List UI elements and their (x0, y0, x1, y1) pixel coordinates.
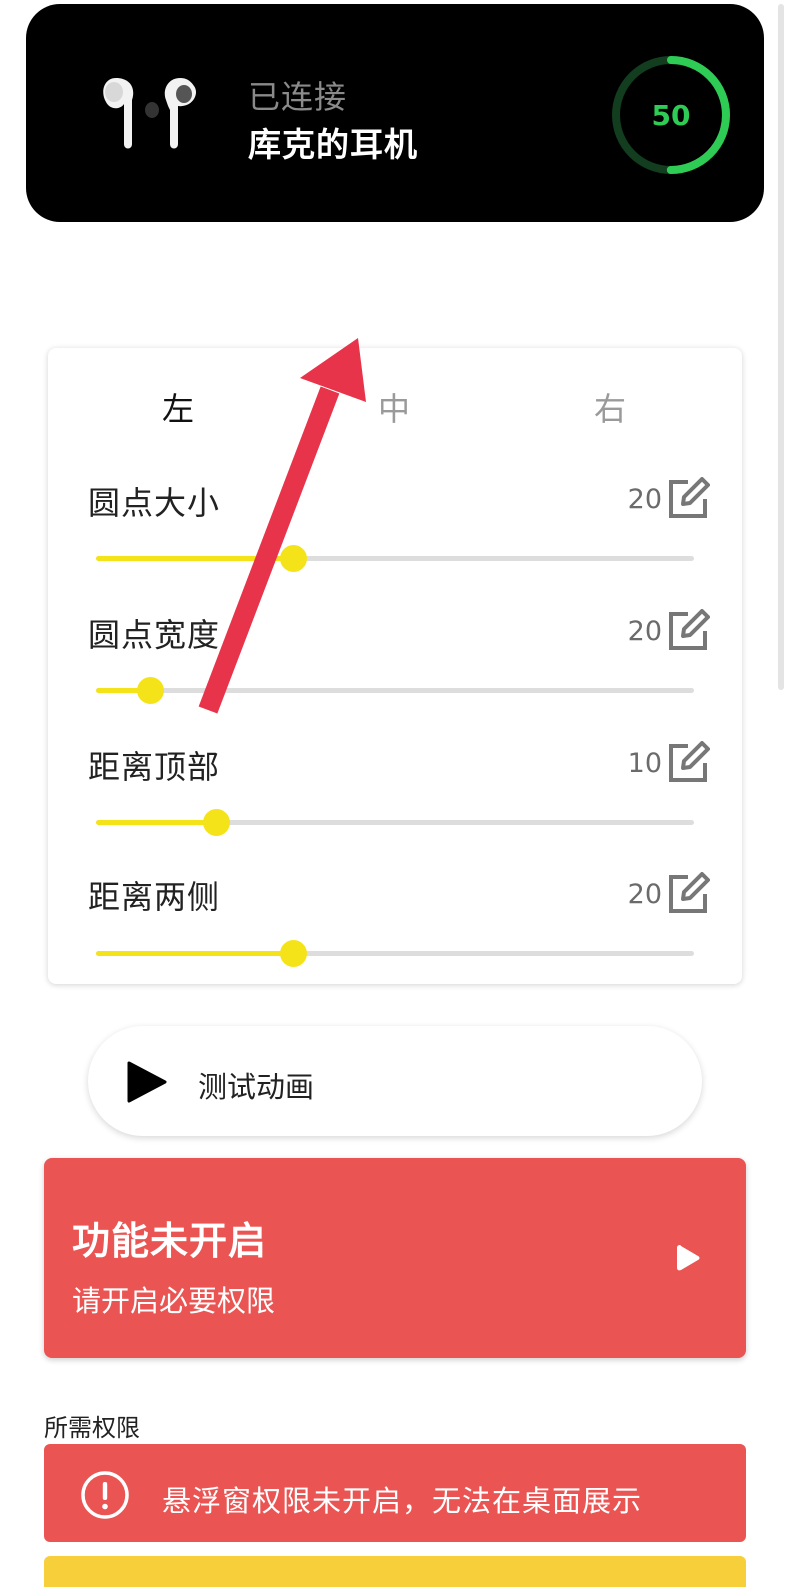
dot-size-slider[interactable] (96, 545, 694, 572)
slider-fill (96, 820, 216, 825)
edit-icon[interactable] (666, 609, 710, 653)
side-distance-value: 20 (627, 879, 662, 910)
feature-title: 功能未开启 (72, 1219, 268, 1263)
slider-fill (96, 556, 294, 561)
scrollbar[interactable] (778, 4, 784, 690)
earbuds-icon (103, 78, 197, 149)
play-icon (127, 1061, 167, 1103)
edit-icon[interactable] (666, 872, 710, 916)
test-animation-label: 测试动画 (198, 1070, 315, 1104)
dot-width-label: 圆点宽度 (88, 616, 221, 654)
overlay-permission-text: 悬浮窗权限未开启，无法在桌面展示 (162, 1484, 643, 1518)
connection-status: 已连接 (248, 78, 348, 116)
top-distance-label: 距离顶部 (88, 748, 221, 786)
device-name: 库克的耳机 (248, 125, 418, 164)
dot-size-value: 20 (627, 484, 662, 515)
dot-width-slider[interactable] (96, 677, 694, 704)
dot-width-value: 20 (627, 616, 662, 647)
play-icon (677, 1245, 700, 1271)
test-animation-button[interactable] (88, 1026, 702, 1136)
tab-right[interactable]: 右 (560, 384, 660, 430)
permission-item[interactable] (44, 1556, 746, 1587)
edit-icon[interactable] (666, 741, 710, 785)
permissions-heading: 所需权限 (44, 1414, 140, 1442)
slider-thumb[interactable] (202, 809, 230, 836)
battery-percent: 50 (651, 98, 691, 132)
slider-fill (96, 951, 294, 956)
feature-subtitle: 请开启必要权限 (72, 1284, 276, 1318)
alert-icon (81, 1471, 129, 1519)
side-distance-label: 距离两侧 (88, 878, 221, 916)
tab-middle[interactable]: 中 (344, 384, 444, 430)
slider-thumb[interactable] (136, 677, 164, 704)
side-distance-slider[interactable] (96, 940, 694, 967)
top-distance-slider[interactable] (96, 809, 694, 836)
dot-size-label: 圆点大小 (88, 484, 221, 522)
edit-icon[interactable] (666, 477, 710, 521)
tab-left[interactable]: 左 (128, 384, 228, 430)
top-distance-value: 10 (627, 748, 662, 779)
